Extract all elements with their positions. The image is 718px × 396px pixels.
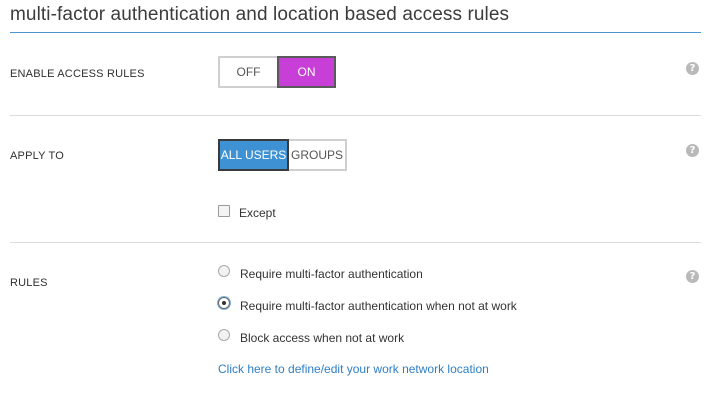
- on-button[interactable]: ON: [277, 56, 336, 88]
- page-title: multi-factor authentication and location…: [10, 4, 510, 25]
- help-icon[interactable]: ?: [686, 270, 699, 283]
- enable-access-rules-toggle: OFF ON: [218, 56, 336, 88]
- divider: [10, 115, 701, 116]
- help-icon[interactable]: ?: [686, 144, 699, 157]
- rules-label: RULES: [10, 277, 48, 289]
- radio-selected-dot: [222, 301, 226, 305]
- rule-label-require-mfa: Require multi-factor authentication: [240, 267, 423, 281]
- apply-to-toggle: ALL USERS GROUPS: [218, 139, 347, 171]
- rule-label-block-access: Block access when not at work: [240, 331, 405, 345]
- except-label: Except: [239, 206, 276, 220]
- help-icon[interactable]: ?: [686, 62, 699, 75]
- divider: [10, 242, 701, 243]
- rule-radio-require-mfa[interactable]: [218, 265, 230, 277]
- apply-to-label: APPLY TO: [10, 150, 64, 162]
- work-network-location-link[interactable]: Click here to define/edit your work netw…: [218, 362, 489, 376]
- all-users-button[interactable]: ALL USERS: [218, 139, 289, 171]
- groups-button[interactable]: GROUPS: [289, 139, 347, 171]
- off-button[interactable]: OFF: [218, 56, 277, 88]
- enable-access-rules-label: ENABLE ACCESS RULES: [10, 68, 145, 80]
- rule-label-require-mfa-not-at-work: Require multi-factor authentication when…: [240, 299, 517, 313]
- title-underline: [10, 32, 701, 33]
- rule-radio-require-mfa-not-at-work[interactable]: [218, 297, 230, 309]
- except-checkbox[interactable]: [218, 205, 230, 217]
- rule-radio-block-access[interactable]: [218, 329, 230, 341]
